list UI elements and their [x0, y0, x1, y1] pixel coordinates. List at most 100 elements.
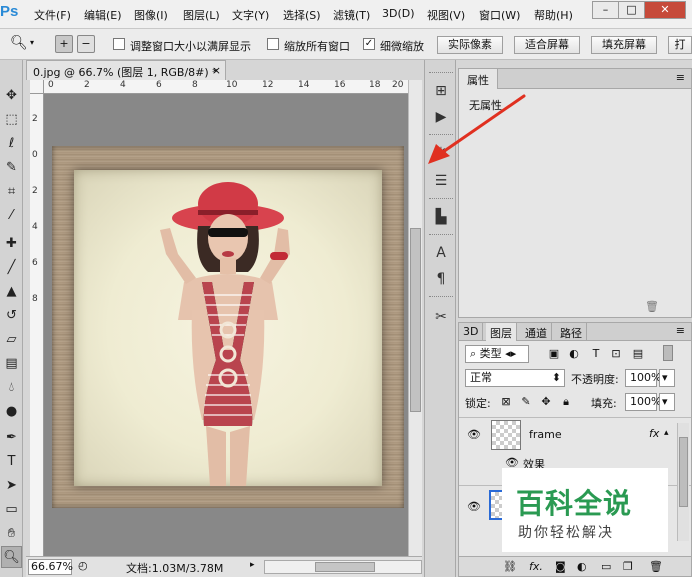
panel-menu-icon[interactable]: ≡	[676, 71, 685, 84]
panel-menu-icon[interactable]: ≡	[676, 324, 685, 337]
scrollbar-thumb[interactable]	[679, 437, 688, 507]
minimize-button[interactable]: –	[592, 1, 619, 19]
ruler-tick: 16	[334, 80, 346, 90]
document-tab[interactable]: 0.jpg @ 66.7% (图层 1, RGB/8#) * ×	[26, 60, 226, 80]
scrollbar-thumb[interactable]	[410, 228, 421, 412]
paragraph-panel-icon[interactable]: ¶	[430, 268, 452, 290]
lock-position-icon[interactable]: ✥	[539, 395, 553, 408]
tab-3d[interactable]: 3D	[459, 323, 484, 341]
dodge-tool-icon[interactable]: ●	[1, 401, 22, 423]
close-button[interactable]: ✕	[644, 1, 686, 19]
layer-row[interactable]: 👁︎ frame fx ▴	[459, 417, 691, 451]
trash-icon[interactable]: 🗑︎	[649, 560, 663, 573]
menu-window[interactable]: 窗口(W)	[479, 7, 520, 23]
properties-panel-icon[interactable]: ☰	[430, 170, 452, 192]
chevron-up-icon[interactable]: ▴	[664, 428, 669, 438]
rectangle-tool-icon[interactable]: ▭	[1, 499, 22, 521]
tab-layers[interactable]: 图层	[486, 323, 517, 341]
status-arrow-icon[interactable]: ▸	[250, 560, 255, 570]
ruler-tick: 6	[156, 80, 162, 90]
zoom-out-icon[interactable]: −	[77, 35, 95, 53]
trash-icon[interactable]: 🗑︎	[645, 300, 659, 313]
move-tool-icon[interactable]: ✥	[1, 85, 22, 107]
chevron-down-icon[interactable]: ▾	[30, 38, 34, 47]
hand-tool-icon[interactable]: ✋︎	[1, 523, 22, 545]
layers-tabbar: 3D 图层 通道 路径 ≡	[459, 323, 691, 341]
tool-presets-panel-icon[interactable]: ✂	[430, 306, 452, 328]
type-tool-icon[interactable]: T	[1, 451, 22, 473]
mask-icon[interactable]: ◙	[555, 560, 566, 573]
menu-filter[interactable]: 滤镜(T)	[333, 7, 370, 23]
fit-screen-button[interactable]: 适合屏幕	[514, 36, 580, 54]
layers-scrollbar[interactable]	[677, 423, 689, 541]
menu-type[interactable]: 文字(Y)	[232, 7, 269, 23]
pen-tool-icon[interactable]: ✒	[1, 427, 22, 449]
adjustment-layer-icon[interactable]: ◐	[577, 560, 587, 573]
menu-select[interactable]: 选择(S)	[283, 7, 321, 23]
fill-dropdown-button[interactable]: ▾	[659, 393, 675, 411]
character-panel-icon[interactable]: A	[430, 242, 452, 264]
scrubby-zoom-checkbox[interactable]: ✓	[363, 38, 375, 50]
zoom-tool-icon[interactable]: 🔍︎	[1, 546, 22, 568]
menu-image[interactable]: 图像(I)	[134, 7, 168, 23]
layer-comps-panel-icon[interactable]: ▙	[430, 206, 452, 228]
healing-brush-tool-icon[interactable]: ✚	[1, 233, 22, 255]
resize-windows-checkbox[interactable]	[113, 38, 125, 50]
menu-3d[interactable]: 3D(D)	[382, 7, 415, 20]
actual-pixels-button[interactable]: 实际像素	[437, 36, 503, 54]
close-icon[interactable]: ×	[212, 64, 221, 77]
print-size-button[interactable]: 打	[668, 36, 692, 54]
scrollbar-thumb[interactable]	[315, 562, 375, 572]
marquee-tool-icon[interactable]: ⬚	[1, 109, 22, 131]
path-select-tool-icon[interactable]: ➤	[1, 475, 22, 497]
zoom-all-checkbox[interactable]	[267, 38, 279, 50]
tab-channels[interactable]: 通道	[521, 323, 552, 341]
lock-pixels-icon[interactable]: ✎	[519, 395, 533, 408]
zoom-tool-icon[interactable]: 🔍︎	[10, 35, 28, 51]
blur-tool-icon[interactable]: 💧︎	[1, 377, 22, 399]
history-brush-tool-icon[interactable]: ↺	[1, 305, 22, 327]
zoom-in-icon[interactable]: +	[55, 35, 73, 53]
new-layer-icon[interactable]: ❐	[623, 560, 633, 573]
filter-toggle[interactable]	[663, 345, 673, 361]
fx-icon[interactable]: fx	[649, 427, 659, 440]
fill-screen-button[interactable]: 填充屏幕	[591, 36, 657, 54]
eyedropper-tool-icon[interactable]: ⁄	[1, 205, 22, 227]
type-filter-icon[interactable]: T	[589, 347, 603, 360]
adjustment-filter-icon[interactable]: ◐	[567, 347, 581, 360]
lasso-tool-icon[interactable]: ℓ	[1, 133, 22, 155]
eye-icon[interactable]: 👁︎	[467, 428, 481, 441]
canvas-area[interactable]	[44, 94, 408, 556]
gradient-tool-icon[interactable]: ▤	[1, 353, 22, 375]
clone-stamp-tool-icon[interactable]: ▲	[1, 281, 22, 303]
opacity-dropdown-button[interactable]: ▾	[659, 369, 675, 387]
tab-paths[interactable]: 路径	[556, 323, 587, 341]
opacity-field[interactable]: 100%	[625, 369, 661, 387]
fill-field[interactable]: 100%	[625, 393, 661, 411]
menu-edit[interactable]: 编辑(E)	[84, 7, 122, 23]
menu-layer[interactable]: 图层(L)	[183, 7, 220, 23]
menu-help[interactable]: 帮助(H)	[534, 7, 573, 23]
quick-select-tool-icon[interactable]: ✎	[1, 157, 22, 179]
zoom-level-field[interactable]: 66.67%	[28, 559, 73, 575]
lock-transparent-icon[interactable]: ⊠	[499, 395, 513, 408]
eye-icon[interactable]: 👁︎	[467, 500, 481, 513]
horizontal-scrollbar[interactable]	[264, 560, 422, 574]
lock-all-icon[interactable]: 🔒︎	[559, 395, 573, 409]
blend-mode-select[interactable]: 正常 ⬍	[465, 369, 565, 387]
menu-view[interactable]: 视图(V)	[427, 7, 465, 23]
tab-properties[interactable]: 属性	[459, 69, 498, 89]
status-menu-icon[interactable]: ◴	[78, 559, 88, 572]
pixel-filter-icon[interactable]: ▣	[547, 347, 561, 360]
group-icon[interactable]: ▭	[601, 560, 611, 573]
menu-file[interactable]: 文件(F)	[34, 7, 71, 23]
brush-tool-icon[interactable]: ╱	[1, 257, 22, 279]
crop-tool-icon[interactable]: ⌗	[1, 181, 22, 203]
fx-icon[interactable]: fx.	[529, 560, 543, 573]
maximize-button[interactable]: □	[618, 1, 645, 19]
eraser-tool-icon[interactable]: ▱	[1, 329, 22, 351]
smart-object-filter-icon[interactable]: ▤	[631, 347, 645, 360]
link-icon[interactable]: ⛓	[503, 560, 517, 573]
layer-filter-select[interactable]: ⌕ 类型 ◂▸	[465, 345, 529, 363]
shape-filter-icon[interactable]: ⊡	[609, 347, 623, 360]
